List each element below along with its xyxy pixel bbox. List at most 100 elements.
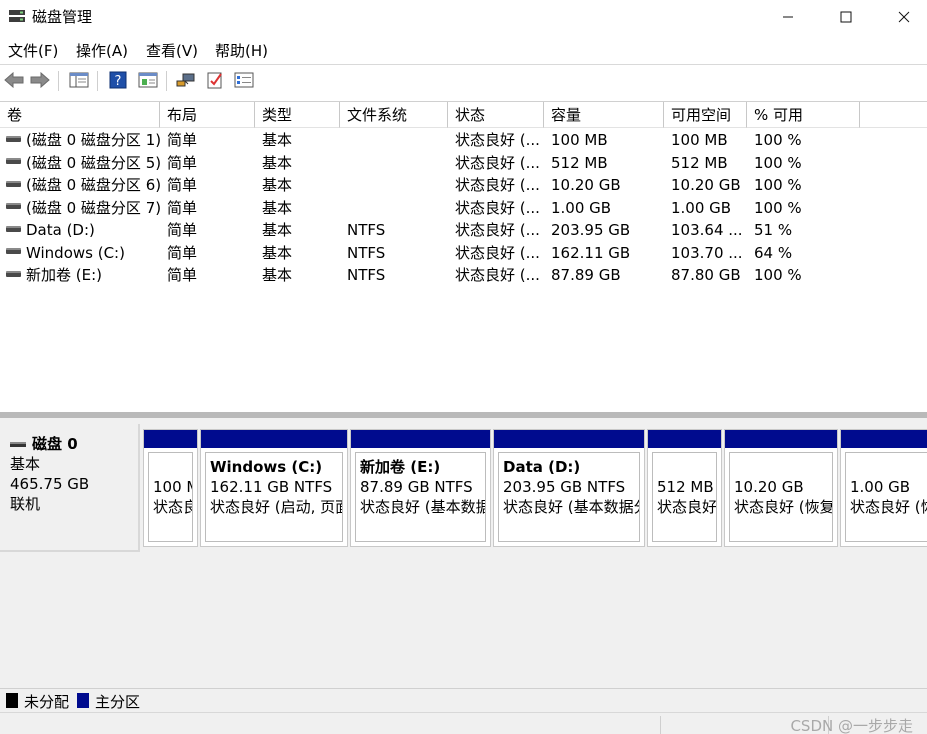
close-button[interactable]: [881, 0, 927, 33]
disk-info-panel[interactable]: 磁盘 0 基本 465.75 GB 联机: [0, 424, 140, 552]
partition-block[interactable]: Windows (C:) 162.11 GB NTFS 状态良好 (启动, 页面: [200, 429, 348, 547]
connect-button[interactable]: [174, 69, 198, 91]
menu-view[interactable]: 查看(V): [146, 40, 198, 61]
cell-status: 状态良好 (...: [455, 198, 540, 217]
cell-layout: 简单: [167, 198, 198, 217]
show-console-tree-button[interactable]: [67, 69, 91, 91]
volume-list: 卷 布局 类型 文件系统 状态 容量 可用空间 % 可用 (磁盘 0 磁盘分区 …: [0, 101, 927, 412]
partition-size: 87.89 GB NTFS: [360, 478, 473, 496]
status-divider: [660, 716, 661, 734]
disk-size: 465.75 GB: [10, 475, 90, 493]
partition-block[interactable]: 10.20 GB 状态良好 (恢复: [724, 429, 838, 547]
cell-volume: (磁盘 0 磁盘分区 6): [6, 174, 160, 196]
partition-details: Windows (C:) 162.11 GB NTFS 状态良好 (启动, 页面: [205, 452, 343, 542]
cell-free-space: 1.00 GB: [671, 198, 732, 217]
cell-type: 基本: [262, 153, 293, 172]
maximize-button[interactable]: [823, 0, 869, 33]
column-header-capacity[interactable]: 容量: [544, 102, 664, 128]
table-row[interactable]: Windows (C:) 简单 基本 NTFS 状态良好 (... 162.11 GB 10…: [0, 242, 927, 265]
connect-icon: [176, 73, 195, 87]
partition-details: 512 MB 状态良好: [652, 452, 717, 542]
checklist-icon: [207, 72, 222, 89]
partition-size: 203.95 GB NTFS: [503, 478, 626, 496]
cell-layout: 简单: [167, 176, 198, 194]
cell-filesystem: NTFS: [347, 221, 386, 239]
cell-capacity: 512 MB: [551, 153, 608, 172]
cell-volume: (磁盘 0 磁盘分区 5): [6, 152, 160, 174]
volume-name: Windows (C:): [26, 243, 125, 262]
volume-icon: [6, 248, 21, 254]
partition-title: [850, 457, 927, 477]
volume-icon: [6, 180, 21, 187]
status-bar: CSDN @一步步走: [0, 712, 927, 734]
cell-type: 基本: [262, 131, 293, 149]
cell-capacity: 203.95 GB: [551, 221, 631, 239]
cell-free-space: 87.80 GB: [671, 266, 741, 284]
cell-filesystem: [347, 197, 447, 219]
disk-status: 联机: [10, 495, 41, 513]
cell-layout: 简单: [167, 153, 198, 172]
table-row[interactable]: (磁盘 0 磁盘分区 1) 简单 基本 状态良好 (... 100 MB 100 MB 10…: [0, 129, 927, 152]
toolbar-separator: [166, 71, 167, 91]
checklist-button[interactable]: [203, 69, 227, 91]
table-row[interactable]: (磁盘 0 磁盘分区 7) 简单 基本 状态良好 (... 1.00 GB 1.00 GB…: [0, 197, 927, 220]
cell-free-space: 512 MB: [671, 153, 728, 172]
partition-details: 新加卷 (E:) 87.89 GB NTFS 状态良好 (基本数据: [355, 452, 486, 542]
primary-partition-bar: [351, 430, 490, 448]
disk-type: 基本: [10, 455, 41, 473]
partition-details: 100 MB 状态良好: [148, 452, 193, 542]
column-header-percent-free[interactable]: % 可用: [747, 102, 860, 128]
column-header-filesystem[interactable]: 文件系统: [340, 102, 448, 128]
column-header-free-space[interactable]: 可用空间: [664, 102, 747, 128]
minimize-button[interactable]: [765, 0, 811, 33]
partition-title: 新加卷 (E:): [360, 458, 441, 476]
watermark: CSDN @一步步走: [790, 717, 913, 734]
partition-block[interactable]: 新加卷 (E:) 87.89 GB NTFS 状态良好 (基本数据: [350, 429, 491, 547]
cell-layout: 简单: [167, 221, 198, 239]
cell-percent-free: 51 %: [754, 221, 793, 239]
legend: 未分配 主分区: [0, 688, 927, 712]
table-row[interactable]: Data (D:) 简单 基本 NTFS 状态良好 (... 203.95 GB 103.6…: [0, 219, 927, 242]
volume-icon: [6, 270, 21, 277]
partition-block[interactable]: 1.00 GB 状态良好 (恢: [840, 429, 927, 547]
partition-block[interactable]: Data (D:) 203.95 GB NTFS 状态良好 (基本数据分: [493, 429, 645, 547]
settings-button[interactable]: [232, 69, 256, 91]
partition-status: 状态良好 (启动, 页面: [210, 498, 343, 516]
volume-name: 新加卷 (E:): [26, 266, 103, 284]
hard-disk-icon: [10, 441, 26, 447]
partition-block[interactable]: 100 MB 状态良好: [143, 429, 198, 547]
column-header-layout[interactable]: 布局: [160, 102, 255, 128]
partition-size: 162.11 GB NTFS: [210, 478, 333, 496]
partition-size: 512 MB: [657, 478, 714, 496]
column-header-volume[interactable]: 卷: [0, 102, 160, 128]
close-icon: [898, 11, 910, 22]
table-row[interactable]: 新加卷 (E:) 简单 基本 NTFS 状态良好 (... 87.89 GB 87.80 G…: [0, 264, 927, 287]
volume-icon: [6, 225, 21, 232]
menu-help[interactable]: 帮助(H): [215, 40, 268, 61]
partition-status: 状态良好: [657, 498, 717, 516]
help-button[interactable]: ?: [106, 69, 130, 91]
partition-status: 状态良好: [153, 498, 192, 516]
toolbar-separator: [97, 71, 98, 91]
volume-name: Data (D:): [26, 221, 95, 239]
partition-size: 10.20 GB: [734, 478, 804, 496]
partition-status: 状态良好 (恢: [850, 498, 927, 516]
cell-type: 基本: [262, 198, 293, 217]
cell-free-space: 103.70 ...: [671, 243, 743, 262]
cell-status: 状态良好 (...: [455, 153, 540, 172]
forward-button[interactable]: [28, 69, 52, 91]
column-header-status[interactable]: 状态: [448, 102, 544, 128]
column-header-type[interactable]: 类型: [255, 102, 340, 128]
back-button[interactable]: [2, 69, 26, 91]
table-row[interactable]: (磁盘 0 磁盘分区 6) 简单 基本 状态良好 (... 10.20 GB 10.20 …: [0, 174, 927, 197]
minimize-icon: [783, 16, 793, 17]
table-row[interactable]: (磁盘 0 磁盘分区 5) 简单 基本 状态良好 (... 512 MB 512 MB 10…: [0, 152, 927, 175]
primary-partition-bar: [201, 430, 347, 448]
cell-layout: 简单: [167, 131, 198, 149]
menu-file[interactable]: 文件(F): [8, 40, 58, 61]
partition-block[interactable]: 512 MB 状态良好: [647, 429, 722, 547]
cell-volume: Windows (C:): [6, 242, 160, 264]
properties-button[interactable]: [136, 69, 160, 91]
cell-percent-free: 100 %: [754, 131, 802, 149]
menu-action[interactable]: 操作(A): [76, 40, 128, 61]
